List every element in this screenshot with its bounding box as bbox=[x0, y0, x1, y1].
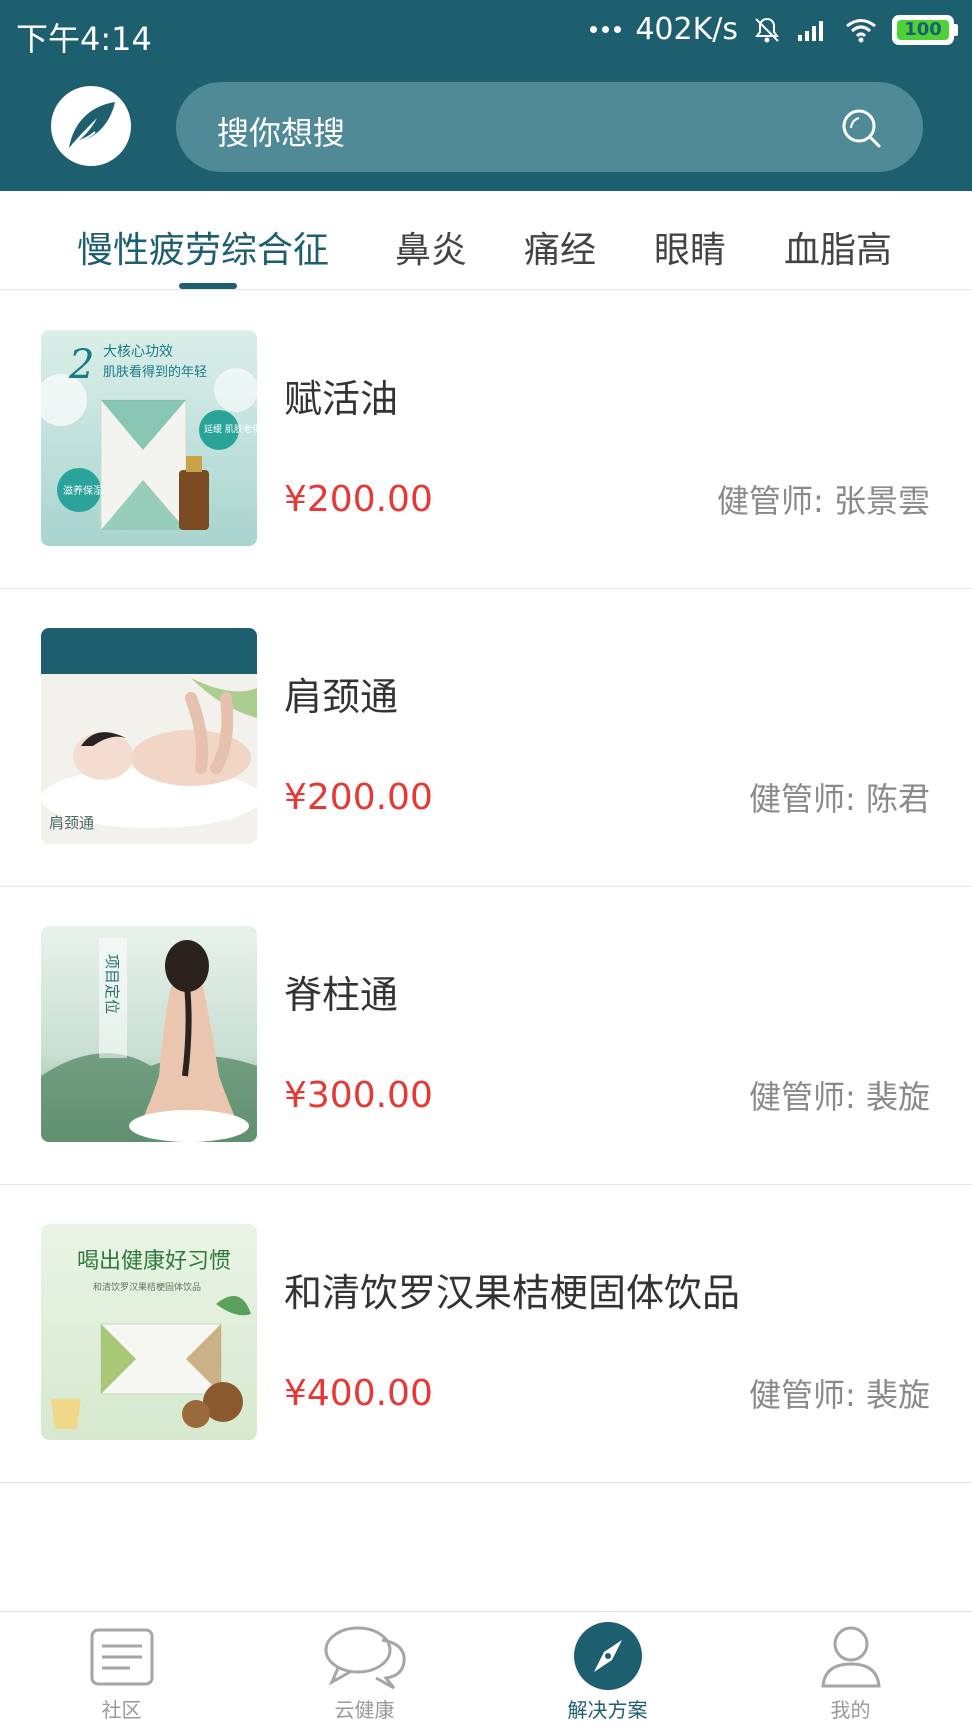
search-placeholder: 搜你想搜 bbox=[217, 114, 346, 152]
product-image[interactable]: 2 大核心功效 肌肤看得到的年轻 延缓 肌肤老化 滋养保湿 bbox=[41, 330, 257, 546]
battery-icon: 100 bbox=[892, 14, 958, 45]
product-item[interactable]: 2 大核心功效 肌肤看得到的年轻 延缓 肌肤老化 滋养保湿 赋活油 ¥200.0… bbox=[0, 290, 972, 589]
thumb-headline: 喝出健康好习惯 bbox=[77, 1249, 231, 1274]
product-price: ¥400.00 bbox=[284, 1373, 433, 1414]
status-time: 下午4:14 bbox=[16, 20, 152, 58]
tab-high-blood-lipids[interactable]: 血脂高 bbox=[784, 221, 892, 273]
app-logo[interactable] bbox=[51, 86, 131, 166]
wifi-icon bbox=[846, 18, 876, 42]
compass-icon bbox=[573, 1622, 642, 1690]
thumb-title: 肩颈通 bbox=[49, 814, 94, 832]
product-image[interactable]: 喝出健康好习惯 和清饮罗汉果桔梗固体饮品 bbox=[41, 1224, 257, 1440]
nav-label: 社区 bbox=[101, 1698, 142, 1722]
thumb-subline: 肌肤看得到的年轻 bbox=[103, 364, 207, 380]
network-speed: 402K/s bbox=[635, 12, 738, 47]
active-tab-indicator bbox=[179, 283, 237, 289]
category-tabs: 慢性疲劳综合征 鼻炎 痛经 眼睛 血脂高 bbox=[0, 191, 972, 290]
thumb-subline: 和清饮罗汉果桔梗固体饮品 bbox=[93, 1281, 201, 1293]
app-header: 下午4:14 402K/s 100 搜你想搜 bbox=[0, 0, 972, 191]
tab-eyes[interactable]: 眼睛 bbox=[654, 221, 726, 273]
user-icon bbox=[820, 1626, 881, 1688]
nav-label: 我的 bbox=[830, 1698, 871, 1722]
nav-cloud-health[interactable]: 云健康 bbox=[243, 1612, 486, 1729]
nav-label: 云健康 bbox=[334, 1698, 395, 1722]
nav-community[interactable]: 社区 bbox=[0, 1612, 243, 1729]
product-price: ¥300.00 bbox=[284, 1075, 433, 1116]
product-price: ¥200.00 bbox=[284, 479, 433, 520]
nav-mine[interactable]: 我的 bbox=[729, 1612, 972, 1729]
leaf-logo-icon bbox=[69, 102, 115, 148]
product-manager: 健管师: 陈君 bbox=[749, 780, 930, 818]
document-icon bbox=[90, 1628, 153, 1686]
status-bar: 下午4:14 402K/s 100 bbox=[0, 0, 972, 66]
thumb-headline: 大核心功效 bbox=[103, 344, 173, 360]
product-manager: 健管师: 裴旋 bbox=[749, 1078, 930, 1116]
more-dots-icon bbox=[590, 26, 622, 33]
product-price: ¥200.00 bbox=[284, 777, 433, 818]
nav-solutions[interactable]: 解决方案 bbox=[486, 1612, 729, 1729]
product-manager: 健管师: 裴旋 bbox=[749, 1376, 930, 1414]
product-image[interactable]: 肩颈通 bbox=[41, 628, 257, 844]
product-name[interactable]: 脊柱通 bbox=[284, 964, 398, 1019]
status-right: 402K/s 100 bbox=[590, 12, 958, 47]
search-icon[interactable] bbox=[839, 106, 883, 150]
product-name[interactable]: 和清饮罗汉果桔梗固体饮品 bbox=[284, 1262, 740, 1317]
tab-chronic-fatigue[interactable]: 慢性疲劳综合征 bbox=[77, 221, 329, 273]
product-item[interactable]: 喝出健康好习惯 和清饮罗汉果桔梗固体饮品 和清饮罗汉果桔梗固体饮品 ¥400.0… bbox=[0, 1184, 972, 1483]
product-name[interactable]: 肩颈通 bbox=[284, 666, 398, 721]
product-image[interactable]: 项目定位 bbox=[41, 926, 257, 1142]
thumb-badge-left: 滋养保湿 bbox=[63, 484, 103, 497]
tab-dysmenorrhea[interactable]: 痛经 bbox=[524, 221, 596, 273]
product-manager: 健管师: 张景雲 bbox=[717, 482, 930, 520]
product-name[interactable]: 赋活油 bbox=[284, 368, 398, 423]
nav-label: 解决方案 bbox=[567, 1698, 648, 1722]
mute-bell-icon bbox=[755, 17, 779, 42]
product-item[interactable]: 肩颈通 肩颈通 ¥200.00 健管师: 陈君 bbox=[0, 588, 972, 887]
search-bar[interactable]: 搜你想搜 bbox=[176, 82, 923, 172]
bottom-nav: 社区 云健康 解决方案 我的 bbox=[0, 1611, 972, 1729]
battery-level: 100 bbox=[904, 19, 942, 40]
thumb-number: 2 bbox=[68, 342, 94, 388]
chat-bubbles-icon bbox=[324, 1626, 406, 1690]
signal-icon bbox=[798, 20, 823, 41]
product-item[interactable]: 项目定位 脊柱通 ¥300.00 健管师: 裴旋 bbox=[0, 886, 972, 1185]
thumb-title: 项目定位 bbox=[103, 954, 121, 1014]
tab-rhinitis[interactable]: 鼻炎 bbox=[395, 221, 467, 273]
thumb-badge-right: 延缓 肌肤老化 bbox=[204, 423, 257, 435]
